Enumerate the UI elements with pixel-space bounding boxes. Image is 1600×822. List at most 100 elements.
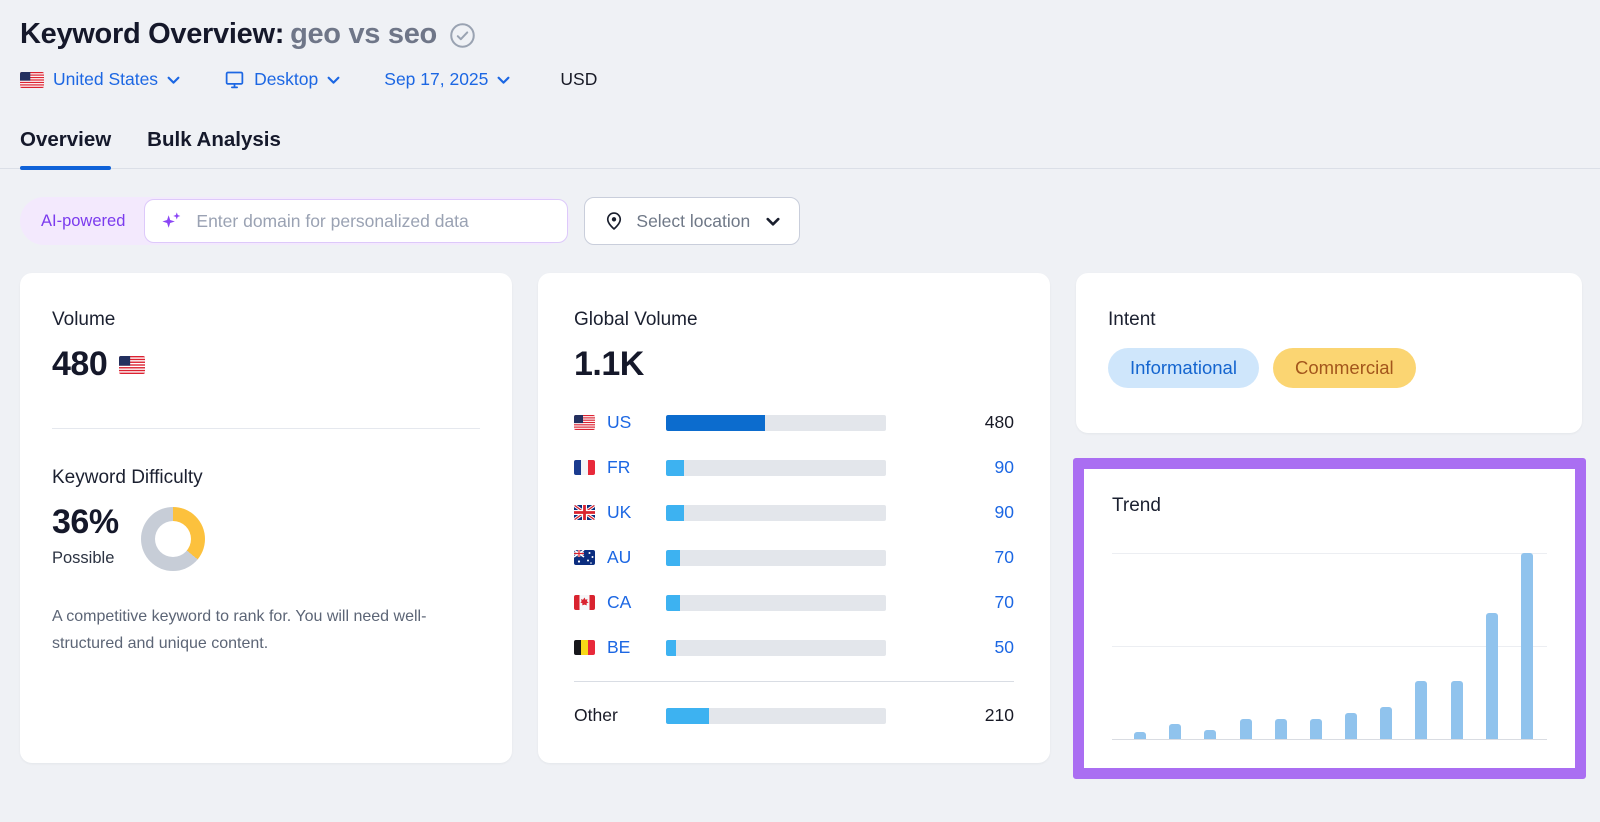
- country-volume-bar-fill: [666, 595, 680, 611]
- global-volume-row[interactable]: UK 90: [574, 490, 1014, 535]
- right-column: Intent Informational Commercial Trend: [1076, 273, 1582, 779]
- filter-bar: United States Desktop Sep 17, 2025 USD: [20, 69, 1582, 90]
- trend-bar: [1240, 719, 1252, 739]
- au-flag-icon: [574, 550, 595, 565]
- trend-bar: [1204, 730, 1216, 739]
- country-cell: US: [574, 412, 666, 433]
- intent-badges: Informational Commercial: [1108, 348, 1550, 388]
- volume-title: Volume: [52, 309, 480, 331]
- country-cell: BE: [574, 637, 666, 658]
- us-flag-icon: [20, 72, 44, 88]
- chevron-down-icon: [766, 217, 780, 227]
- country-link[interactable]: BE: [607, 637, 630, 658]
- chevron-down-icon: [327, 76, 340, 85]
- country-volume-bar: [666, 415, 886, 431]
- kd-level-label: Possible: [52, 549, 119, 568]
- country-volume-bar-fill: [666, 460, 684, 476]
- country-volume-bar-fill: [666, 708, 709, 724]
- device-filter[interactable]: Desktop: [224, 69, 340, 90]
- select-location-label: Select location: [636, 211, 750, 232]
- country-volume-bar: [666, 640, 886, 656]
- trend-bar: [1415, 681, 1427, 739]
- sparkles-icon: [160, 210, 183, 233]
- trend-bar: [1521, 553, 1533, 739]
- country-cell: FR: [574, 457, 666, 478]
- trend-bar: [1310, 719, 1322, 739]
- country-cell: UK: [574, 502, 666, 523]
- trend-chart: [1112, 553, 1547, 740]
- global-volume-total: 1.1K: [574, 345, 1014, 384]
- country-volume-bar-fill: [666, 550, 680, 566]
- country-link[interactable]: UK: [607, 502, 631, 523]
- volume-value-row: 480: [52, 345, 480, 384]
- trend-bar: [1486, 613, 1498, 739]
- ca-flag-icon: [574, 595, 595, 610]
- country-filter[interactable]: United States: [20, 69, 180, 90]
- date-filter-label: Sep 17, 2025: [384, 69, 488, 90]
- tab-overview[interactable]: Overview: [20, 120, 111, 168]
- select-location-button[interactable]: Select location: [584, 197, 800, 245]
- domain-input[interactable]: [194, 210, 552, 233]
- ai-powered-label: AI-powered: [22, 212, 144, 231]
- check-circle-icon: [449, 22, 476, 49]
- trend-bar: [1275, 719, 1287, 739]
- global-volume-row[interactable]: AU 70: [574, 535, 1014, 580]
- country-link[interactable]: FR: [607, 457, 630, 478]
- kd-value-block: 36% Possible: [52, 503, 119, 568]
- page-title-label: Keyword Overview:: [20, 18, 284, 50]
- country-volume-bar-fill: [666, 640, 676, 656]
- tab-bulk-analysis[interactable]: Bulk Analysis: [147, 120, 281, 168]
- country-link[interactable]: CA: [607, 592, 631, 613]
- divider: [52, 428, 480, 429]
- kd-description: A competitive keyword to rank for. You w…: [52, 603, 462, 657]
- desktop-monitor-icon: [224, 69, 245, 90]
- country-volume-value: 50: [995, 637, 1014, 658]
- country-volume-value: 210: [985, 705, 1014, 726]
- country-volume-value: 70: [995, 547, 1014, 568]
- currency-label: USD: [560, 69, 597, 90]
- chevron-down-icon: [497, 76, 510, 85]
- map-pin-icon: [604, 211, 624, 231]
- chevron-down-icon: [167, 76, 180, 85]
- keyword-difficulty-row: 36% Possible: [52, 503, 480, 571]
- intent-card: Intent Informational Commercial: [1076, 273, 1582, 433]
- global-volume-row[interactable]: US 480: [574, 400, 1014, 445]
- global-volume-row[interactable]: CA 70: [574, 580, 1014, 625]
- date-filter[interactable]: Sep 17, 2025: [384, 69, 510, 90]
- country-link[interactable]: AU: [607, 547, 631, 568]
- global-volume-table: US 480 FR 90 UK 90 AU: [574, 400, 1014, 738]
- volume-card: Volume 480 Keyword Difficulty 36% Possib…: [20, 273, 512, 763]
- volume-value: 480: [52, 345, 107, 384]
- domain-input-wrap[interactable]: [144, 199, 568, 243]
- trend-bars: [1112, 553, 1547, 739]
- fr-flag-icon: [574, 460, 595, 475]
- device-filter-label: Desktop: [254, 69, 318, 90]
- country-cell: AU: [574, 547, 666, 568]
- global-volume-card: Global Volume 1.1K US 480 FR 90 UK 90: [538, 273, 1050, 763]
- country-volume-bar: [666, 460, 886, 476]
- other-label: Other: [574, 705, 618, 726]
- kd-donut-chart: [141, 507, 205, 571]
- country-volume-bar: [666, 550, 886, 566]
- page-title: Keyword Overview:geo vs seo: [20, 18, 437, 51]
- country-link[interactable]: US: [607, 412, 631, 433]
- global-volume-row[interactable]: BE 50: [574, 625, 1014, 670]
- intent-badge-commercial[interactable]: Commercial: [1273, 348, 1416, 388]
- kd-percent-value: 36%: [52, 503, 119, 542]
- global-volume-row[interactable]: Other 210: [574, 693, 1014, 738]
- ai-toolbar: AI-powered Select location: [20, 197, 1582, 245]
- trend-title: Trend: [1112, 495, 1547, 517]
- country-cell: Other: [574, 705, 666, 726]
- tab-bar: Overview Bulk Analysis: [0, 120, 1600, 169]
- country-volume-value: 90: [995, 502, 1014, 523]
- country-volume-value: 90: [995, 457, 1014, 478]
- trend-bar: [1451, 681, 1463, 739]
- metrics-cards: Volume 480 Keyword Difficulty 36% Possib…: [20, 273, 1582, 779]
- divider: [574, 681, 1014, 682]
- keyword-text: geo vs seo: [290, 18, 437, 50]
- trend-bar: [1380, 707, 1392, 739]
- country-volume-value: 480: [985, 412, 1014, 433]
- global-volume-row[interactable]: FR 90: [574, 445, 1014, 490]
- intent-title: Intent: [1108, 309, 1550, 331]
- intent-badge-informational[interactable]: Informational: [1108, 348, 1259, 388]
